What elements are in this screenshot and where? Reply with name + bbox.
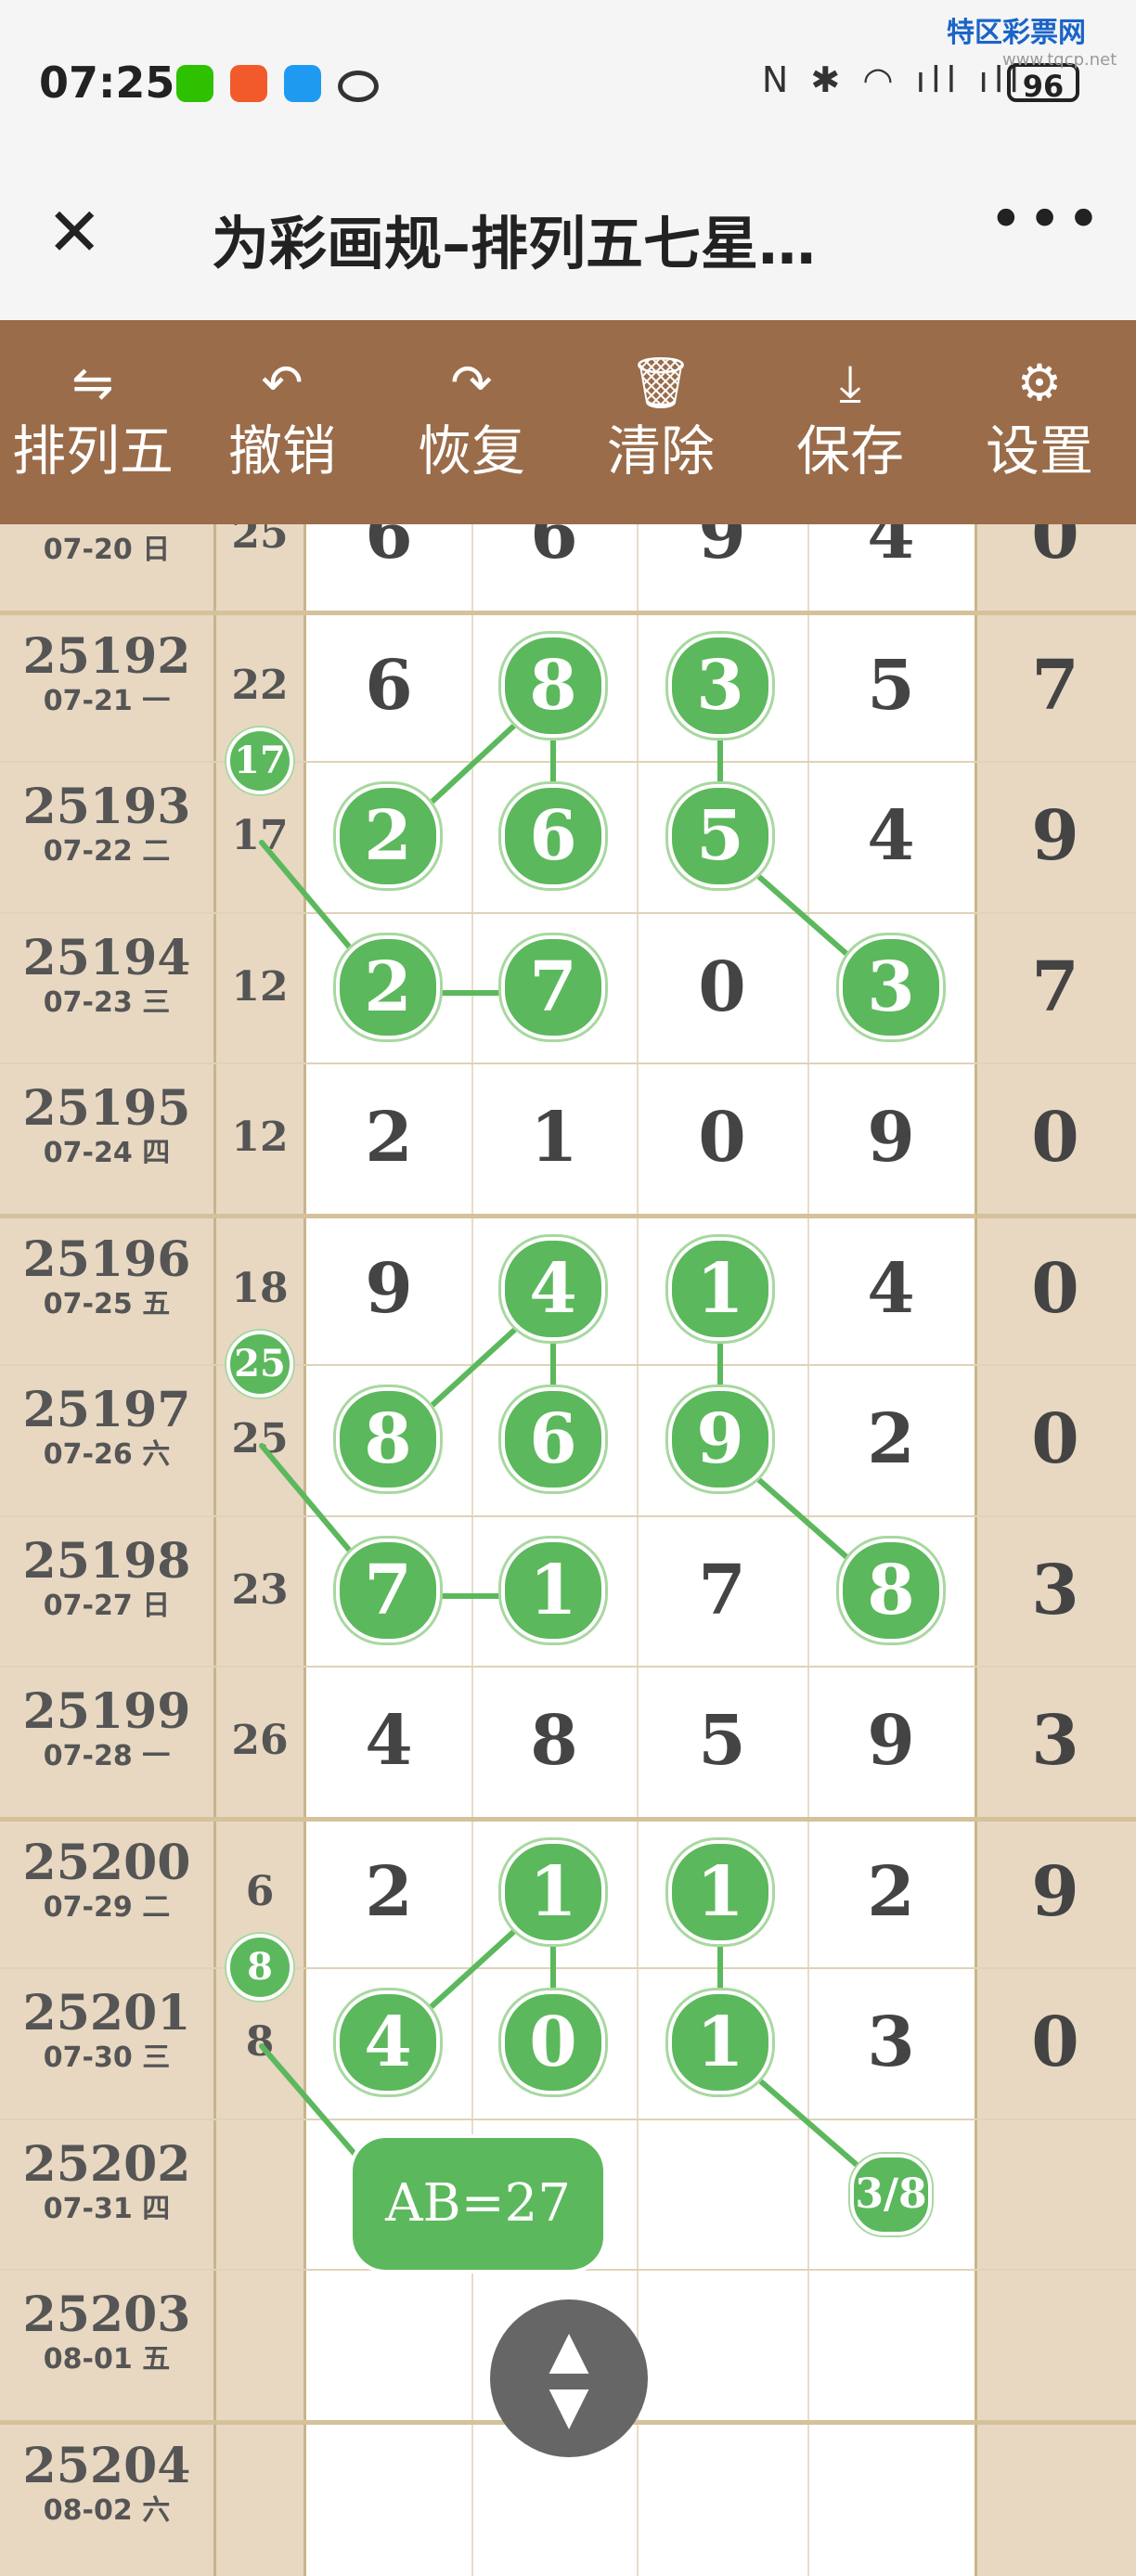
highlight-circle[interactable]: 1 [501,1538,605,1642]
ab-annotation[interactable]: AB=27 [349,2134,607,2273]
highlight-circle[interactable]: 8 [839,1538,943,1642]
highlight-circle[interactable]: 8 [501,633,605,738]
highlight-circle[interactable]: 3 [839,934,943,1039]
highlight-circle[interactable]: 1 [668,1990,772,2094]
highlight-circle[interactable]: 3 [668,633,772,738]
sum-marker[interactable]: 17 [226,728,293,794]
highlight-circle[interactable]: 1 [668,1236,772,1341]
sum-marker[interactable]: 25 [226,1331,293,1397]
arrow-down-icon: ▼ [549,2376,589,2436]
highlight-circle[interactable]: 5 [668,784,772,888]
highlight-circle[interactable]: 1 [501,1839,605,1944]
highlight-circle[interactable]: 6 [501,784,605,888]
sum-marker[interactable]: 8 [226,1934,293,2001]
highlight-circle[interactable]: 7 [336,1538,440,1642]
scroll-updown-icon[interactable]: ▲ ▼ [490,2299,648,2457]
highlight-circle[interactable]: 4 [336,1990,440,2094]
highlight-circle[interactable]: 6 [501,1387,605,1491]
highlight-circle[interactable]: 7 [501,934,605,1039]
highlight-circle[interactable]: 2 [336,784,440,888]
side-label[interactable]: 3/8 [850,2154,932,2235]
highlight-circle[interactable]: 0 [501,1990,605,2094]
highlight-circle[interactable]: 9 [668,1387,772,1491]
arrow-up-icon: ▲ [549,2320,589,2380]
highlight-circle[interactable]: 2 [336,934,440,1039]
highlight-circle[interactable]: 4 [501,1236,605,1341]
highlight-circle[interactable]: 8 [336,1387,440,1491]
highlight-circle[interactable]: 1 [668,1839,772,1944]
